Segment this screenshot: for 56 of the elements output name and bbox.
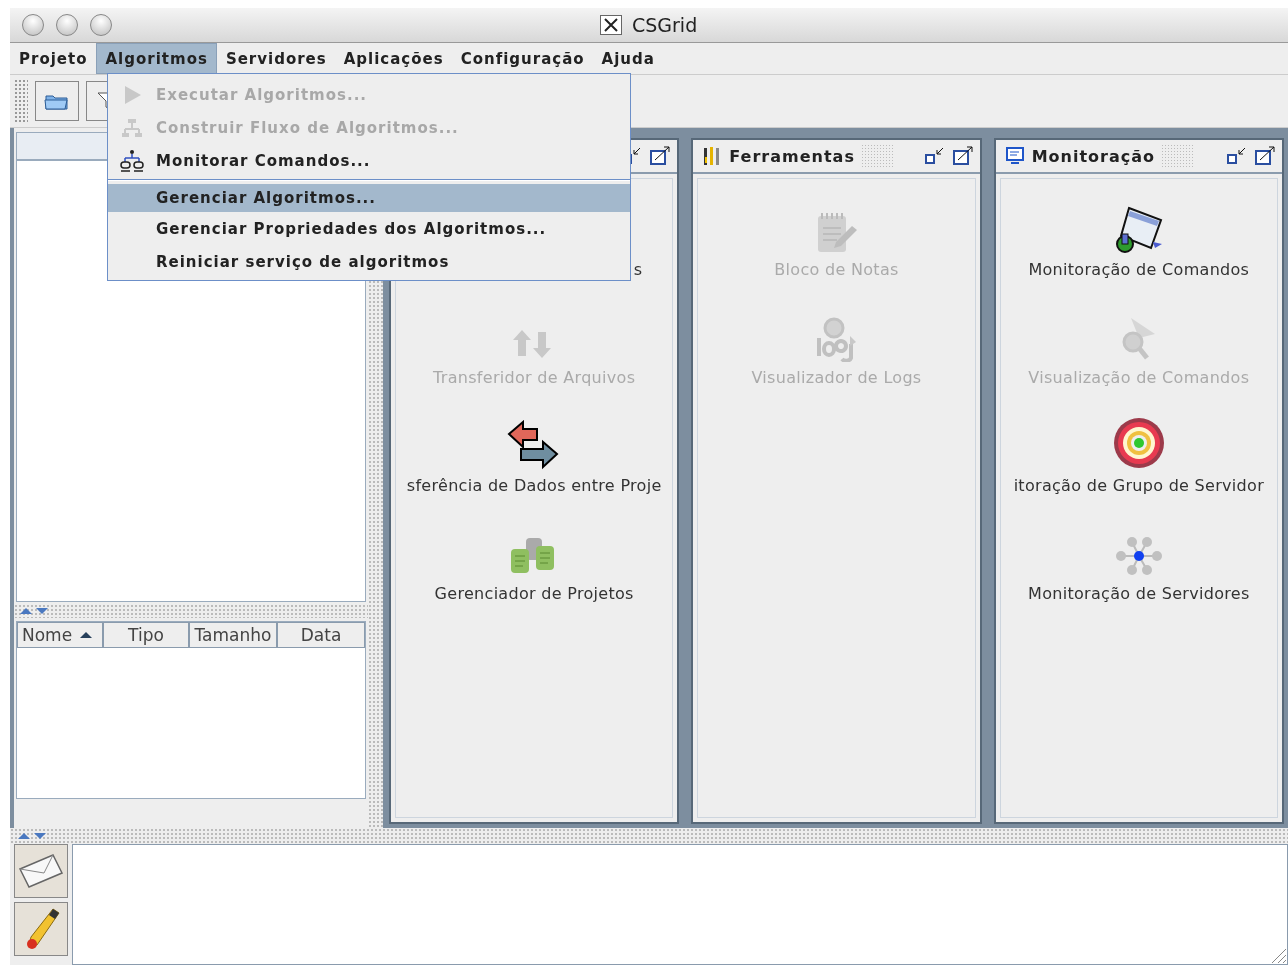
menu-option[interactable]: Monitorar Comandos... (108, 144, 630, 177)
window-title: CSGrid (632, 14, 698, 36)
menu-item[interactable]: Servidores (216, 43, 335, 74)
column-label: Tamanho (194, 625, 272, 645)
application-launcher[interactable]: Monitoração de Servidores (1000, 503, 1277, 611)
column-header[interactable]: Tamanho (189, 622, 277, 648)
restore-icon[interactable] (1226, 146, 1248, 166)
envelope-icon (17, 851, 65, 891)
menu-option[interactable]: Gerenciar Propriedades dos Algoritmos... (108, 212, 630, 245)
application-label: Bloco de Notas (774, 260, 899, 279)
application-launcher[interactable]: Gerenciador de Projetos (396, 503, 673, 611)
menu-option[interactable]: Gerenciar Algoritmos... (108, 184, 630, 212)
column-header[interactable]: Data (277, 622, 365, 648)
maximize-icon[interactable] (649, 146, 672, 166)
log-magnifier-icon (814, 316, 859, 362)
maximize-icon[interactable] (1254, 146, 1276, 166)
menu-item[interactable]: Projeto (10, 43, 96, 74)
application-label: Gerenciador de Projetos (434, 584, 634, 603)
column-header[interactable]: Nome (17, 622, 103, 648)
maximize-icon[interactable] (951, 146, 974, 166)
application-launcher[interactable]: sferência de Dados entre Proje (396, 395, 673, 503)
folder-button[interactable] (35, 81, 79, 121)
panel-title: Monitoração (1031, 146, 1156, 166)
clear-button[interactable] (14, 902, 68, 956)
column-header[interactable]: Tipo (103, 622, 189, 648)
flowchart-icon (121, 116, 143, 139)
panel-title: Ferramentas (729, 146, 855, 166)
message-button[interactable] (14, 844, 68, 898)
application-label: Transferidor de Arquivos (433, 368, 636, 387)
network-monitor-icon (119, 148, 145, 173)
menu-item[interactable]: Aplicações (334, 43, 452, 74)
toolbar-grip[interactable] (14, 79, 28, 123)
network-nodes-icon (1114, 534, 1163, 578)
menu-item[interactable]: Ajuda (592, 43, 663, 74)
column-label: Nome (22, 625, 73, 645)
application-launcher[interactable]: itoração de Grupo de Servidor (1000, 395, 1277, 503)
window-control-button[interactable] (56, 14, 78, 36)
column-label: Tipo (128, 625, 164, 645)
application-label: Visualizador de Logs (751, 368, 922, 387)
window-control-button[interactable] (22, 14, 44, 36)
menu-item[interactable]: Configuração (451, 43, 593, 74)
target-icon (1111, 416, 1166, 470)
application-label: Monitoração de Servidores (1028, 584, 1250, 603)
menu-item[interactable]: Algoritmos (95, 43, 217, 74)
application-label: sferência de Dados entre Proje (406, 476, 662, 495)
x-window-icon (600, 15, 622, 35)
window-control-button[interactable] (90, 14, 112, 36)
resize-grip-icon[interactable] (1269, 946, 1287, 964)
application-launcher[interactable]: Monitoração de Comandos (1000, 179, 1277, 287)
application-label: Monitoração de Comandos (1028, 260, 1250, 279)
monitor-icon (1003, 145, 1026, 167)
menu-option[interactable]: Reiniciar serviço de algoritmos (108, 245, 630, 278)
application-label: Visualização de Comandos (1028, 368, 1250, 387)
column-label: Data (300, 625, 342, 645)
restore-icon[interactable] (923, 146, 946, 166)
application-label: itoração de Grupo de Servidor (1013, 476, 1265, 495)
